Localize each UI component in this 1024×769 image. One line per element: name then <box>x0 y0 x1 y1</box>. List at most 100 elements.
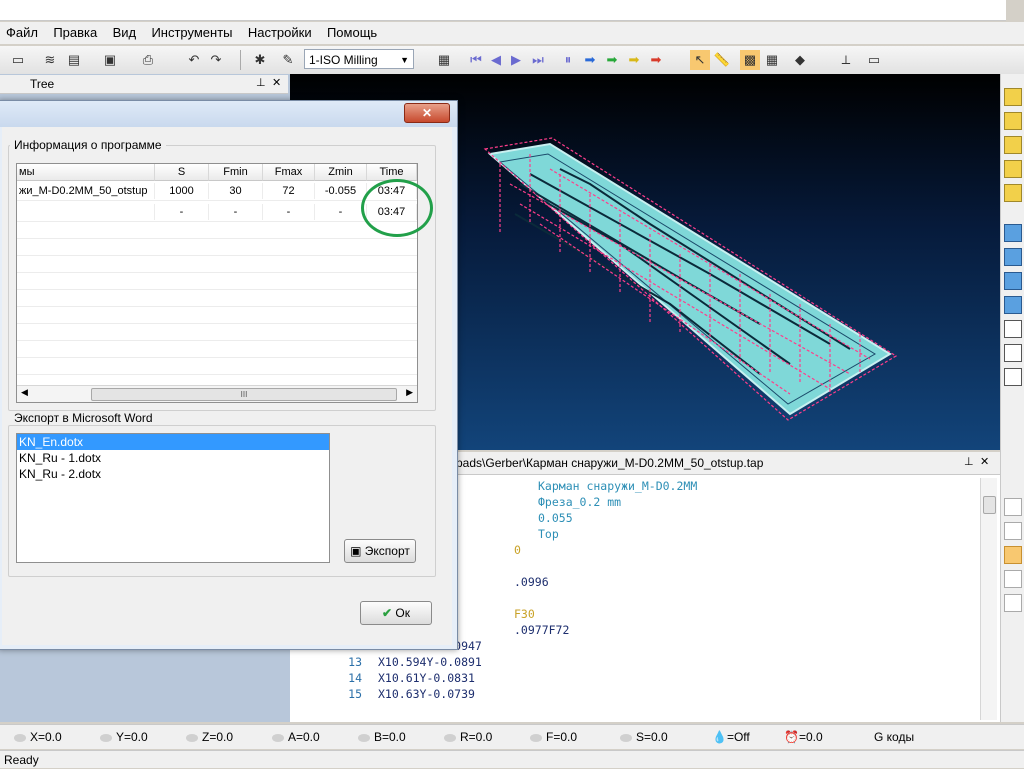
list-item[interactable]: KN_Ru - 1.dotx <box>17 450 329 466</box>
pause-icon[interactable]: ⏸ <box>558 50 578 70</box>
calculator-icon[interactable]: ▦ <box>762 50 782 70</box>
table-hscrollbar[interactable]: ◀ III ▶ <box>17 385 417 402</box>
gcode-file-path: pads\Gerber\Карман снаружи_M-D0.2MM_50_o… <box>456 456 764 470</box>
last-icon[interactable]: ⏭ <box>528 50 548 70</box>
dialog-close-button[interactable]: ✕ <box>404 103 450 123</box>
mode-select-value: 1-ISO Milling <box>309 53 378 67</box>
code-text: X10.61Y-0.0831 <box>378 671 475 685</box>
menu-help[interactable]: Помощь <box>321 22 383 43</box>
pin-icon[interactable]: ⊥ <box>256 76 266 89</box>
view-top-icon[interactable] <box>1004 112 1022 130</box>
table-cell <box>17 204 155 220</box>
scroll-thumb[interactable] <box>983 496 996 514</box>
zoom-fit-icon[interactable] <box>1004 344 1022 362</box>
col-header-name[interactable]: мы <box>17 164 155 181</box>
redo-icon[interactable]: ↷ <box>206 50 226 70</box>
line-tool-icon[interactable] <box>1004 498 1022 516</box>
brush-icon[interactable] <box>1004 368 1022 386</box>
grid-icon[interactable]: ▦ <box>434 50 454 70</box>
shapes-icon[interactable]: ◆ <box>790 50 810 70</box>
chevron-down-icon: ▼ <box>400 55 409 65</box>
play-icon[interactable]: ▶ <box>506 50 526 70</box>
gcode-scrollbar[interactable] <box>980 478 997 720</box>
curve-tool-icon[interactable] <box>1004 570 1022 588</box>
list-item[interactable]: KN_Ru - 2.dotx <box>17 466 329 482</box>
col-header-fmin[interactable]: Fmin <box>209 164 263 181</box>
scroll-left-icon[interactable]: ◀ <box>21 387 28 398</box>
code-text: Карман снаружи_M-D0.2MM <box>538 479 698 493</box>
bug-icon[interactable]: ✱ <box>250 50 270 70</box>
menu-tools[interactable]: Инструменты <box>145 22 238 43</box>
tool-icon[interactable]: ✎ <box>278 50 298 70</box>
run-yellow-icon[interactable]: ➡ <box>624 50 644 70</box>
ready-status: Ready <box>0 750 1024 768</box>
col-header-zmin[interactable]: Zmin <box>315 164 367 181</box>
table-cell: - <box>263 204 315 220</box>
prev-icon[interactable]: ◀ <box>486 50 506 70</box>
run-green-icon[interactable]: ➡ <box>602 50 622 70</box>
zoom-icon[interactable] <box>1004 320 1022 338</box>
status-s: S=0.0 <box>620 729 668 745</box>
line-number: 15 <box>348 687 362 701</box>
wireframe-icon[interactable] <box>1004 248 1022 266</box>
view-front-icon[interactable] <box>1004 136 1022 154</box>
run-blue-icon[interactable]: ➡ <box>580 50 600 70</box>
scroll-right-icon[interactable]: ▶ <box>406 387 413 398</box>
view-settings-icon[interactable]: ▩ <box>740 50 760 70</box>
print-icon[interactable]: ⎙ <box>138 50 158 70</box>
run-red-icon[interactable]: ➡ <box>646 50 666 70</box>
view-iso-icon[interactable] <box>1004 88 1022 106</box>
box-icon[interactable] <box>1004 296 1022 314</box>
clock-icon: ⏰ <box>784 730 799 744</box>
status-z: Z=0.0 <box>186 729 233 745</box>
menu-file[interactable]: Файл <box>0 22 44 43</box>
window-title-bar <box>0 0 1006 21</box>
program-info-table[interactable]: мы S Fmin Fmax Zmin Time жи_M-D0.2MM_50_… <box>16 163 418 403</box>
close-icon[interactable]: ✕ <box>272 76 281 89</box>
arc-tool-icon[interactable] <box>1004 522 1022 540</box>
new-file-icon[interactable]: ▭ <box>8 50 28 70</box>
menu-view[interactable]: Вид <box>107 22 143 43</box>
status-coolant: 💧=Off <box>712 730 750 744</box>
pin-icon[interactable]: ⊥ <box>964 455 974 468</box>
col-header-fmax[interactable]: Fmax <box>263 164 315 181</box>
ruler-icon[interactable]: 📏 <box>712 50 732 70</box>
col-header-s[interactable]: S <box>155 164 209 181</box>
template-list[interactable]: KN_En.dotx KN_Ru - 1.dotx KN_Ru - 2.dotx <box>16 433 330 563</box>
main-toolbar: ▭ ≋ ▤ ▣ ⎙ ↶ ↷ ✱ ✎ 1-ISO Milling ▼ ▦ ⏮ ◀ … <box>0 46 1024 75</box>
layers-icon[interactable]: ≋ <box>40 50 60 70</box>
view-toolbar <box>1000 74 1024 722</box>
menu-settings[interactable]: Настройки <box>242 22 318 43</box>
export-button[interactable]: ▣ Экспорт <box>344 539 416 563</box>
close-icon[interactable]: ✕ <box>980 455 989 468</box>
window-icon[interactable]: ▭ <box>864 50 884 70</box>
code-line: 13 X10.594Y-0.0891 <box>314 654 482 670</box>
list-item[interactable]: KN_En.dotx <box>17 434 329 450</box>
line-number: 14 <box>348 671 362 685</box>
axis-icon[interactable]: ⟂ <box>836 50 856 70</box>
code-line: 15 X10.63Y-0.0739 <box>314 686 475 702</box>
shade-icon[interactable] <box>1004 224 1022 242</box>
first-icon[interactable]: ⏮ <box>466 50 486 70</box>
view-left-icon[interactable] <box>1004 160 1022 178</box>
ok-button[interactable]: ✔ Ок <box>360 601 432 625</box>
mode-select[interactable]: 1-ISO Milling ▼ <box>304 49 414 69</box>
menu-edit[interactable]: Правка <box>47 22 103 43</box>
cube-tool-icon[interactable] <box>1004 594 1022 612</box>
table-cell: 30 <box>209 183 263 199</box>
status-gcodes[interactable]: G коды <box>874 729 914 745</box>
status-timer: ⏰=0.0 <box>784 730 823 744</box>
dialog-title-bar <box>0 101 457 127</box>
export-button-label: Экспорт <box>364 544 410 558</box>
hscroll-thumb[interactable]: III <box>91 388 397 401</box>
drop-icon: 💧 <box>712 730 727 744</box>
save-icon[interactable]: ▣ <box>100 50 120 70</box>
view-right-icon[interactable] <box>1004 184 1022 202</box>
undo-icon[interactable]: ↶ <box>184 50 204 70</box>
program-info-dialog: ✕ Информация о программе мы S Fmin Fmax … <box>0 100 458 650</box>
solid-icon[interactable] <box>1004 272 1022 290</box>
select-icon[interactable]: ↖ <box>690 50 710 70</box>
time-highlight-circle <box>361 179 433 237</box>
diagonal-tool-icon[interactable] <box>1004 546 1022 564</box>
open-icon[interactable]: ▤ <box>64 50 84 70</box>
